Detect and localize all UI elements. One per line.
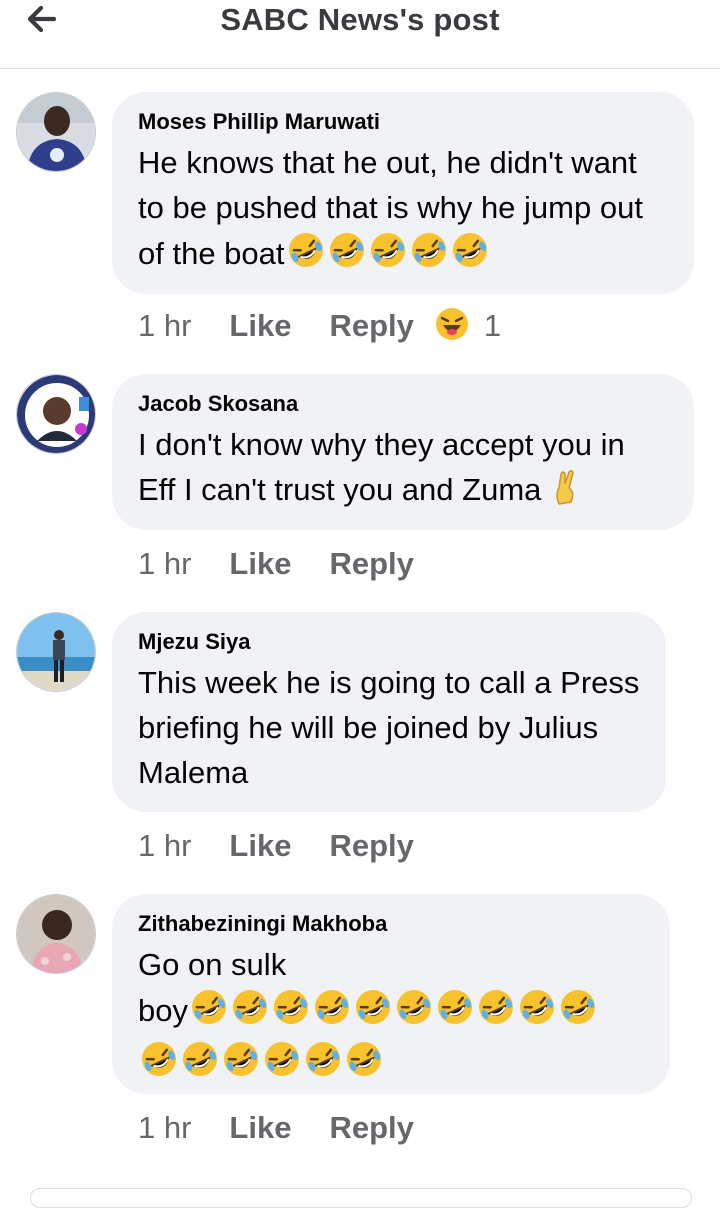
comment-timestamp[interactable]: 1 hr [138, 824, 191, 868]
reply-button[interactable]: Reply [329, 542, 413, 586]
rolling-on-floor-laughing-icon [303, 1039, 343, 1091]
emoji-group [285, 233, 490, 271]
rolling-on-floor-laughing-icon [189, 987, 229, 1039]
comment-author[interactable]: Moses Phillip Maruwati [138, 108, 668, 136]
rolling-on-floor-laughing-icon [558, 987, 598, 1039]
rolling-on-floor-laughing-icon [394, 987, 434, 1039]
comment-bubble[interactable]: Jacob Skosana I don't know why they acce… [112, 374, 694, 530]
comment-composer-edge[interactable] [30, 1188, 692, 1208]
reply-button[interactable]: Reply [329, 824, 413, 868]
rolling-on-floor-laughing-icon [435, 987, 475, 1039]
rolling-on-floor-laughing-icon [230, 987, 270, 1039]
comment-timestamp[interactable]: 1 hr [138, 542, 191, 586]
rolling-on-floor-laughing-icon [344, 1039, 384, 1091]
comment-text: He knows that he out, he didn't want to … [138, 140, 668, 282]
comment-bubble[interactable]: Moses Phillip Maruwati He knows that he … [112, 92, 694, 294]
comment-meta: 1 hr Like Reply [138, 1106, 414, 1150]
comment-author[interactable]: Zithabeziningi Makhoba [138, 910, 644, 938]
comment-timestamp[interactable]: 1 hr [138, 1106, 191, 1150]
rolling-on-floor-laughing-icon [327, 230, 367, 282]
avatar[interactable] [16, 894, 96, 974]
rolling-on-floor-laughing-icon [312, 987, 352, 1039]
rolling-on-floor-laughing-icon [409, 230, 449, 282]
comment-timestamp[interactable]: 1 hr [138, 304, 191, 348]
emoji-group [188, 990, 598, 1028]
crossed-fingers-icon [551, 468, 581, 518]
like-button[interactable]: Like [229, 542, 291, 586]
like-button[interactable]: Like [229, 824, 291, 868]
profile-photo [17, 613, 95, 691]
like-button[interactable]: Like [229, 1106, 291, 1150]
emoji-group [138, 1039, 644, 1091]
profile-photo [17, 895, 95, 973]
comment-text: This week he is going to call a Press br… [138, 665, 640, 790]
rolling-on-floor-laughing-icon [286, 230, 326, 282]
like-button[interactable]: Like [229, 304, 291, 348]
comment-author[interactable]: Jacob Skosana [138, 390, 668, 418]
rolling-on-floor-laughing-icon [517, 987, 557, 1039]
comment-text-line: Go on sulk [138, 947, 287, 982]
reaction-count[interactable]: 1 [484, 304, 501, 348]
profile-photo [17, 93, 95, 171]
reply-button[interactable]: Reply [329, 1106, 413, 1150]
rolling-on-floor-laughing-icon [262, 1039, 302, 1091]
avatar[interactable] [16, 612, 96, 692]
comment-text-line: boy [138, 987, 644, 1039]
rolling-on-floor-laughing-icon [476, 987, 516, 1039]
rolling-on-floor-laughing-icon [353, 987, 393, 1039]
page-title: SABC News's post [220, 2, 500, 37]
comment-author[interactable]: Mjezu Siya [138, 628, 640, 656]
comment-text: I don't know why they accept you in Eff … [138, 422, 668, 518]
comment-text: Go on sulk boy [138, 942, 644, 1091]
comment-bubble[interactable]: Zithabeziningi Makhoba Go on sulk boy [112, 894, 670, 1094]
avatar[interactable] [16, 374, 96, 454]
laughing-face-icon[interactable] [434, 306, 470, 354]
top-bar: SABC News's post [0, 0, 720, 69]
rolling-on-floor-laughing-icon [221, 1039, 261, 1091]
rolling-on-floor-laughing-icon [139, 1039, 179, 1091]
rolling-on-floor-laughing-icon [450, 230, 490, 282]
comment-meta: 1 hr Like Reply [138, 542, 414, 586]
rolling-on-floor-laughing-icon [180, 1039, 220, 1091]
comment-text-body: boy [138, 993, 188, 1028]
comment-meta: 1 hr Like Reply 1 [138, 304, 501, 348]
avatar[interactable] [16, 92, 96, 172]
comment-meta: 1 hr Like Reply [138, 824, 414, 868]
rolling-on-floor-laughing-icon [271, 987, 311, 1039]
rolling-on-floor-laughing-icon [368, 230, 408, 282]
comment-bubble[interactable]: Mjezu Siya This week he is going to call… [112, 612, 666, 812]
reply-button[interactable]: Reply [329, 304, 413, 348]
profile-photo [17, 375, 95, 453]
